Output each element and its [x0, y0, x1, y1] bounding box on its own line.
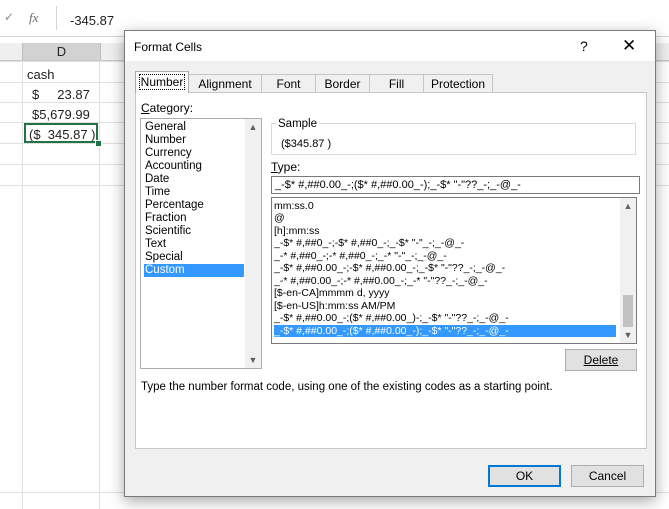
cell-d2[interactable]: $ 23.87 [32, 87, 90, 102]
scroll-down-icon[interactable]: ▼ [620, 327, 636, 343]
tab-border[interactable]: Border [315, 74, 370, 93]
category-label: Category: [141, 101, 194, 115]
delete-button-label: Delete [583, 353, 619, 367]
type-input[interactable]: _-$* #,##0.00_-;($* #,##0.00_-);_-$* "-"… [271, 176, 640, 194]
scroll-up-icon[interactable]: ▲ [245, 119, 261, 135]
formula-bar-divider [56, 6, 57, 30]
category-item[interactable]: Percentage [144, 199, 244, 212]
category-item[interactable]: Special [144, 251, 244, 264]
dialog-title-bar: Format Cells ? ✕ [125, 31, 655, 61]
category-scrollbar[interactable]: ▲ ▼ [245, 119, 261, 368]
tab-protection[interactable]: Protection [423, 74, 493, 93]
dialog-title: Format Cells [134, 40, 203, 54]
format-description: Type the number format code, using one o… [141, 381, 553, 393]
category-item[interactable]: General [144, 121, 244, 134]
type-list-item[interactable]: mm:ss.0 [274, 200, 616, 212]
check-icon[interactable]: ✓ [4, 10, 14, 24]
cell-d1[interactable]: cash [27, 67, 54, 82]
gridline [22, 61, 23, 509]
sample-label: Sample [276, 118, 319, 130]
tab-font[interactable]: Font [261, 74, 316, 93]
type-list-item[interactable]: @ [274, 212, 616, 224]
category-label-text: ategory: [149, 101, 194, 115]
scrollbar-thumb[interactable] [623, 295, 633, 327]
type-list-item[interactable]: _-* #,##0.00_-;-* #,##0.00_-;_-* "-"??_-… [274, 275, 616, 287]
cancel-button[interactable]: Cancel [571, 465, 644, 487]
type-list-item[interactable]: _-* #,##0_-;-* #,##0_-;_-* "-"_-;_-@_- [274, 250, 616, 262]
type-label-text: ype: [277, 160, 301, 174]
type-label: Type: [271, 160, 301, 174]
scroll-up-icon[interactable]: ▲ [620, 198, 636, 214]
fill-handle[interactable] [95, 140, 102, 147]
scroll-down-icon[interactable]: ▼ [245, 352, 261, 368]
format-cells-dialog: Format Cells ? ✕ Number Alignment Font B… [124, 30, 656, 497]
type-list-item[interactable]: [h]:mm:ss [274, 225, 616, 237]
gridline [99, 61, 100, 509]
category-item[interactable]: Text [144, 238, 244, 251]
column-header-d[interactable]: D [22, 43, 101, 60]
category-item[interactable]: Scientific [144, 225, 244, 238]
type-list-item[interactable]: [$-en-CA]mmmm d, yyyy [274, 287, 616, 299]
category-item[interactable]: Date [144, 173, 244, 186]
ok-button[interactable]: OK [488, 465, 561, 487]
help-icon[interactable]: ? [580, 38, 588, 54]
type-list-item[interactable]: [$-en-US]h:mm:ss AM/PM [274, 300, 616, 312]
type-list[interactable]: mm:ss.0 @ [h]:mm:ss _-$* #,##0_-;-$* #,#… [271, 197, 637, 344]
type-list-item[interactable]: _-$* #,##0_-;-$* #,##0_-;_-$* "-"_-;_-@_… [274, 237, 616, 249]
category-item[interactable]: Number [144, 134, 244, 147]
close-icon[interactable]: ✕ [622, 36, 636, 56]
cell-d3[interactable]: $5,679.99 [32, 107, 90, 122]
category-item[interactable]: Currency [144, 147, 244, 160]
category-list[interactable]: General Number Currency Accounting Date … [140, 118, 262, 369]
type-list-item[interactable]: _-$* #,##0.00_-;($* #,##0.00_)-;_-$* "-"… [274, 312, 616, 324]
formula-input[interactable]: -345.87 [70, 13, 114, 28]
type-list-item-selected[interactable]: _-$* #,##0.00_-;($* #,##0.00_-);_-$* "-"… [274, 325, 616, 337]
category-item[interactable]: Accounting [144, 160, 244, 173]
category-item[interactable]: Time [144, 186, 244, 199]
category-item[interactable]: Fraction [144, 212, 244, 225]
active-cell-border [24, 123, 98, 143]
type-list-item[interactable]: _-$* #,##0.00_-;-$* #,##0.00_-;_-$* "-"?… [274, 262, 616, 274]
tab-alignment[interactable]: Alignment [188, 74, 262, 93]
delete-button[interactable]: Delete [565, 349, 637, 371]
sample-value: ($345.87 ) [281, 138, 332, 150]
tab-fill[interactable]: Fill [369, 74, 424, 93]
type-list-scrollbar[interactable]: ▲ ▼ [620, 198, 636, 343]
fx-icon[interactable]: fx [29, 10, 38, 26]
category-item-selected[interactable]: Custom [144, 264, 244, 277]
tab-number[interactable]: Number [135, 71, 189, 93]
select-all-corner[interactable] [0, 43, 23, 60]
